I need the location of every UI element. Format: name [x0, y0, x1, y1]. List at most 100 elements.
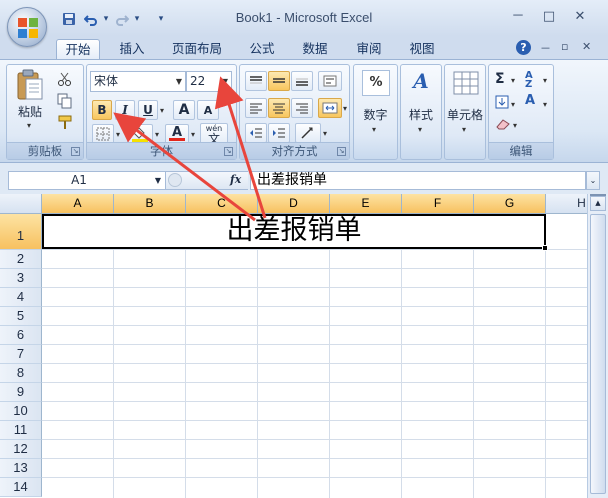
- column-header-e[interactable]: E: [330, 194, 402, 214]
- fill-color-button[interactable]: [127, 124, 153, 144]
- copy-icon[interactable]: [57, 93, 73, 112]
- expand-formula-bar-icon[interactable]: ⌄: [586, 171, 600, 190]
- row-header-1[interactable]: 1: [0, 214, 42, 250]
- align-bottom-button[interactable]: [291, 71, 313, 91]
- align-center-button[interactable]: [268, 98, 290, 118]
- row-header-11[interactable]: 11: [0, 421, 42, 440]
- scroll-thumb[interactable]: [590, 214, 606, 494]
- align-left-button[interactable]: [245, 98, 267, 118]
- underline-button[interactable]: U: [138, 100, 158, 120]
- formula-input[interactable]: 出差报销单: [250, 171, 586, 190]
- row-header-10[interactable]: 10: [0, 402, 42, 421]
- merge-center-button[interactable]: [318, 98, 342, 118]
- merge-dropdown-icon[interactable]: ▾: [343, 104, 347, 113]
- sort-filter-dropdown-icon[interactable]: ▾: [543, 76, 547, 85]
- row-header-3[interactable]: 3: [0, 269, 42, 288]
- row-header-2[interactable]: 2: [0, 250, 42, 269]
- font-size-select[interactable]: 22 ▼: [186, 71, 232, 92]
- column-header-a[interactable]: A: [42, 194, 114, 214]
- tab-review[interactable]: 审阅: [347, 39, 391, 60]
- align-top-button[interactable]: [245, 71, 267, 91]
- tab-view[interactable]: 视图: [400, 39, 444, 60]
- tab-formulas[interactable]: 公式: [240, 39, 284, 60]
- row-header-14[interactable]: 14: [0, 478, 42, 497]
- cells-group[interactable]: 单元格 ▾: [444, 64, 486, 160]
- column-header-h[interactable]: H: [546, 194, 587, 214]
- select-all-corner[interactable]: [0, 194, 42, 214]
- column-header-g[interactable]: G: [474, 194, 546, 214]
- scroll-up-icon[interactable]: ▲: [590, 196, 606, 211]
- format-painter-icon[interactable]: [57, 115, 73, 134]
- column-header-d[interactable]: D: [258, 194, 330, 214]
- clipboard-launcher-icon[interactable]: ↘: [71, 147, 80, 156]
- autosum-icon[interactable]: Σ: [495, 71, 505, 87]
- clear-dropdown-icon[interactable]: ▾: [513, 121, 517, 130]
- vertical-scrollbar[interactable]: ▲: [587, 194, 608, 498]
- fill-handle[interactable]: [542, 245, 548, 251]
- fill-color-dropdown-icon[interactable]: ▾: [155, 130, 159, 139]
- font-launcher-icon[interactable]: ↘: [224, 147, 233, 156]
- row-header-9[interactable]: 9: [0, 383, 42, 402]
- row-header-12[interactable]: 12: [0, 440, 42, 459]
- borders-dropdown-icon[interactable]: ▾: [116, 130, 120, 139]
- italic-button[interactable]: I: [115, 100, 135, 120]
- name-box-dropdown-icon[interactable]: ▼: [155, 172, 161, 189]
- row-header-5[interactable]: 5: [0, 307, 42, 326]
- font-name-select[interactable]: 宋体 ▼: [90, 71, 186, 92]
- minimize-button[interactable]: －: [508, 8, 528, 26]
- alignment-launcher-icon[interactable]: ↘: [337, 147, 346, 156]
- orientation-dropdown-icon[interactable]: ▾: [323, 129, 327, 138]
- insert-function-icon[interactable]: fx: [230, 173, 241, 186]
- fill-icon[interactable]: [495, 95, 509, 112]
- font-name-dropdown-icon[interactable]: ▼: [176, 72, 182, 91]
- wrap-text-button[interactable]: [318, 71, 342, 91]
- row-header-8[interactable]: 8: [0, 364, 42, 383]
- orientation-button[interactable]: [295, 123, 321, 143]
- styles-group[interactable]: A 样式 ▾: [400, 64, 442, 160]
- workbook-close-icon[interactable]: ✕: [582, 40, 591, 53]
- cut-icon[interactable]: [57, 71, 73, 90]
- column-header-b[interactable]: B: [114, 194, 186, 214]
- find-select-icon[interactable]: A: [525, 93, 535, 108]
- help-icon[interactable]: ?: [516, 40, 531, 55]
- font-color-button[interactable]: A: [165, 124, 189, 144]
- align-right-button[interactable]: [291, 98, 313, 118]
- maximize-button[interactable]: □: [539, 8, 559, 26]
- workbook-minimize-icon[interactable]: －: [540, 40, 551, 56]
- clear-icon[interactable]: [495, 118, 511, 133]
- column-header-c[interactable]: C: [186, 194, 258, 214]
- column-header-f[interactable]: F: [402, 194, 474, 214]
- shrink-font-button[interactable]: A: [197, 100, 219, 120]
- grow-font-button[interactable]: A: [173, 100, 195, 120]
- close-button[interactable]: ✕: [570, 8, 590, 26]
- decrease-indent-button[interactable]: [245, 123, 267, 143]
- row-header-4[interactable]: 4: [0, 288, 42, 307]
- font-color-dropdown-icon[interactable]: ▾: [191, 130, 195, 139]
- styles-dropdown-icon[interactable]: ▾: [418, 125, 422, 134]
- tab-page-layout[interactable]: 页面布局: [165, 39, 229, 60]
- row-header-6[interactable]: 6: [0, 326, 42, 345]
- tab-insert[interactable]: 插入: [110, 39, 154, 60]
- row-header-13[interactable]: 13: [0, 459, 42, 478]
- find-dropdown-icon[interactable]: ▾: [543, 100, 547, 109]
- underline-dropdown-icon[interactable]: ▾: [160, 106, 164, 115]
- increase-indent-button[interactable]: [268, 123, 290, 143]
- tab-data[interactable]: 数据: [293, 39, 337, 60]
- paste-dropdown[interactable]: ▾: [27, 121, 31, 130]
- autosum-dropdown-icon[interactable]: ▾: [511, 76, 515, 85]
- tab-home[interactable]: 开始: [56, 39, 100, 60]
- font-size-dropdown-icon[interactable]: ▼: [222, 72, 228, 91]
- borders-button[interactable]: [92, 124, 114, 144]
- office-button[interactable]: [7, 7, 47, 47]
- sort-filter-icon[interactable]: A Z: [525, 71, 539, 90]
- cells-dropdown-icon[interactable]: ▾: [462, 125, 466, 134]
- row-header-7[interactable]: 7: [0, 345, 42, 364]
- paste-button[interactable]: 粘贴 ▾: [15, 69, 45, 130]
- workbook-restore-icon[interactable]: ▫: [561, 40, 568, 53]
- number-dropdown-icon[interactable]: ▾: [372, 125, 376, 134]
- align-middle-button[interactable]: [268, 71, 290, 91]
- fill-dropdown-icon[interactable]: ▾: [511, 100, 515, 109]
- number-group[interactable]: % 数字 ▾: [353, 64, 398, 160]
- bold-button[interactable]: B: [92, 100, 112, 120]
- name-box[interactable]: A1 ▼: [8, 171, 166, 190]
